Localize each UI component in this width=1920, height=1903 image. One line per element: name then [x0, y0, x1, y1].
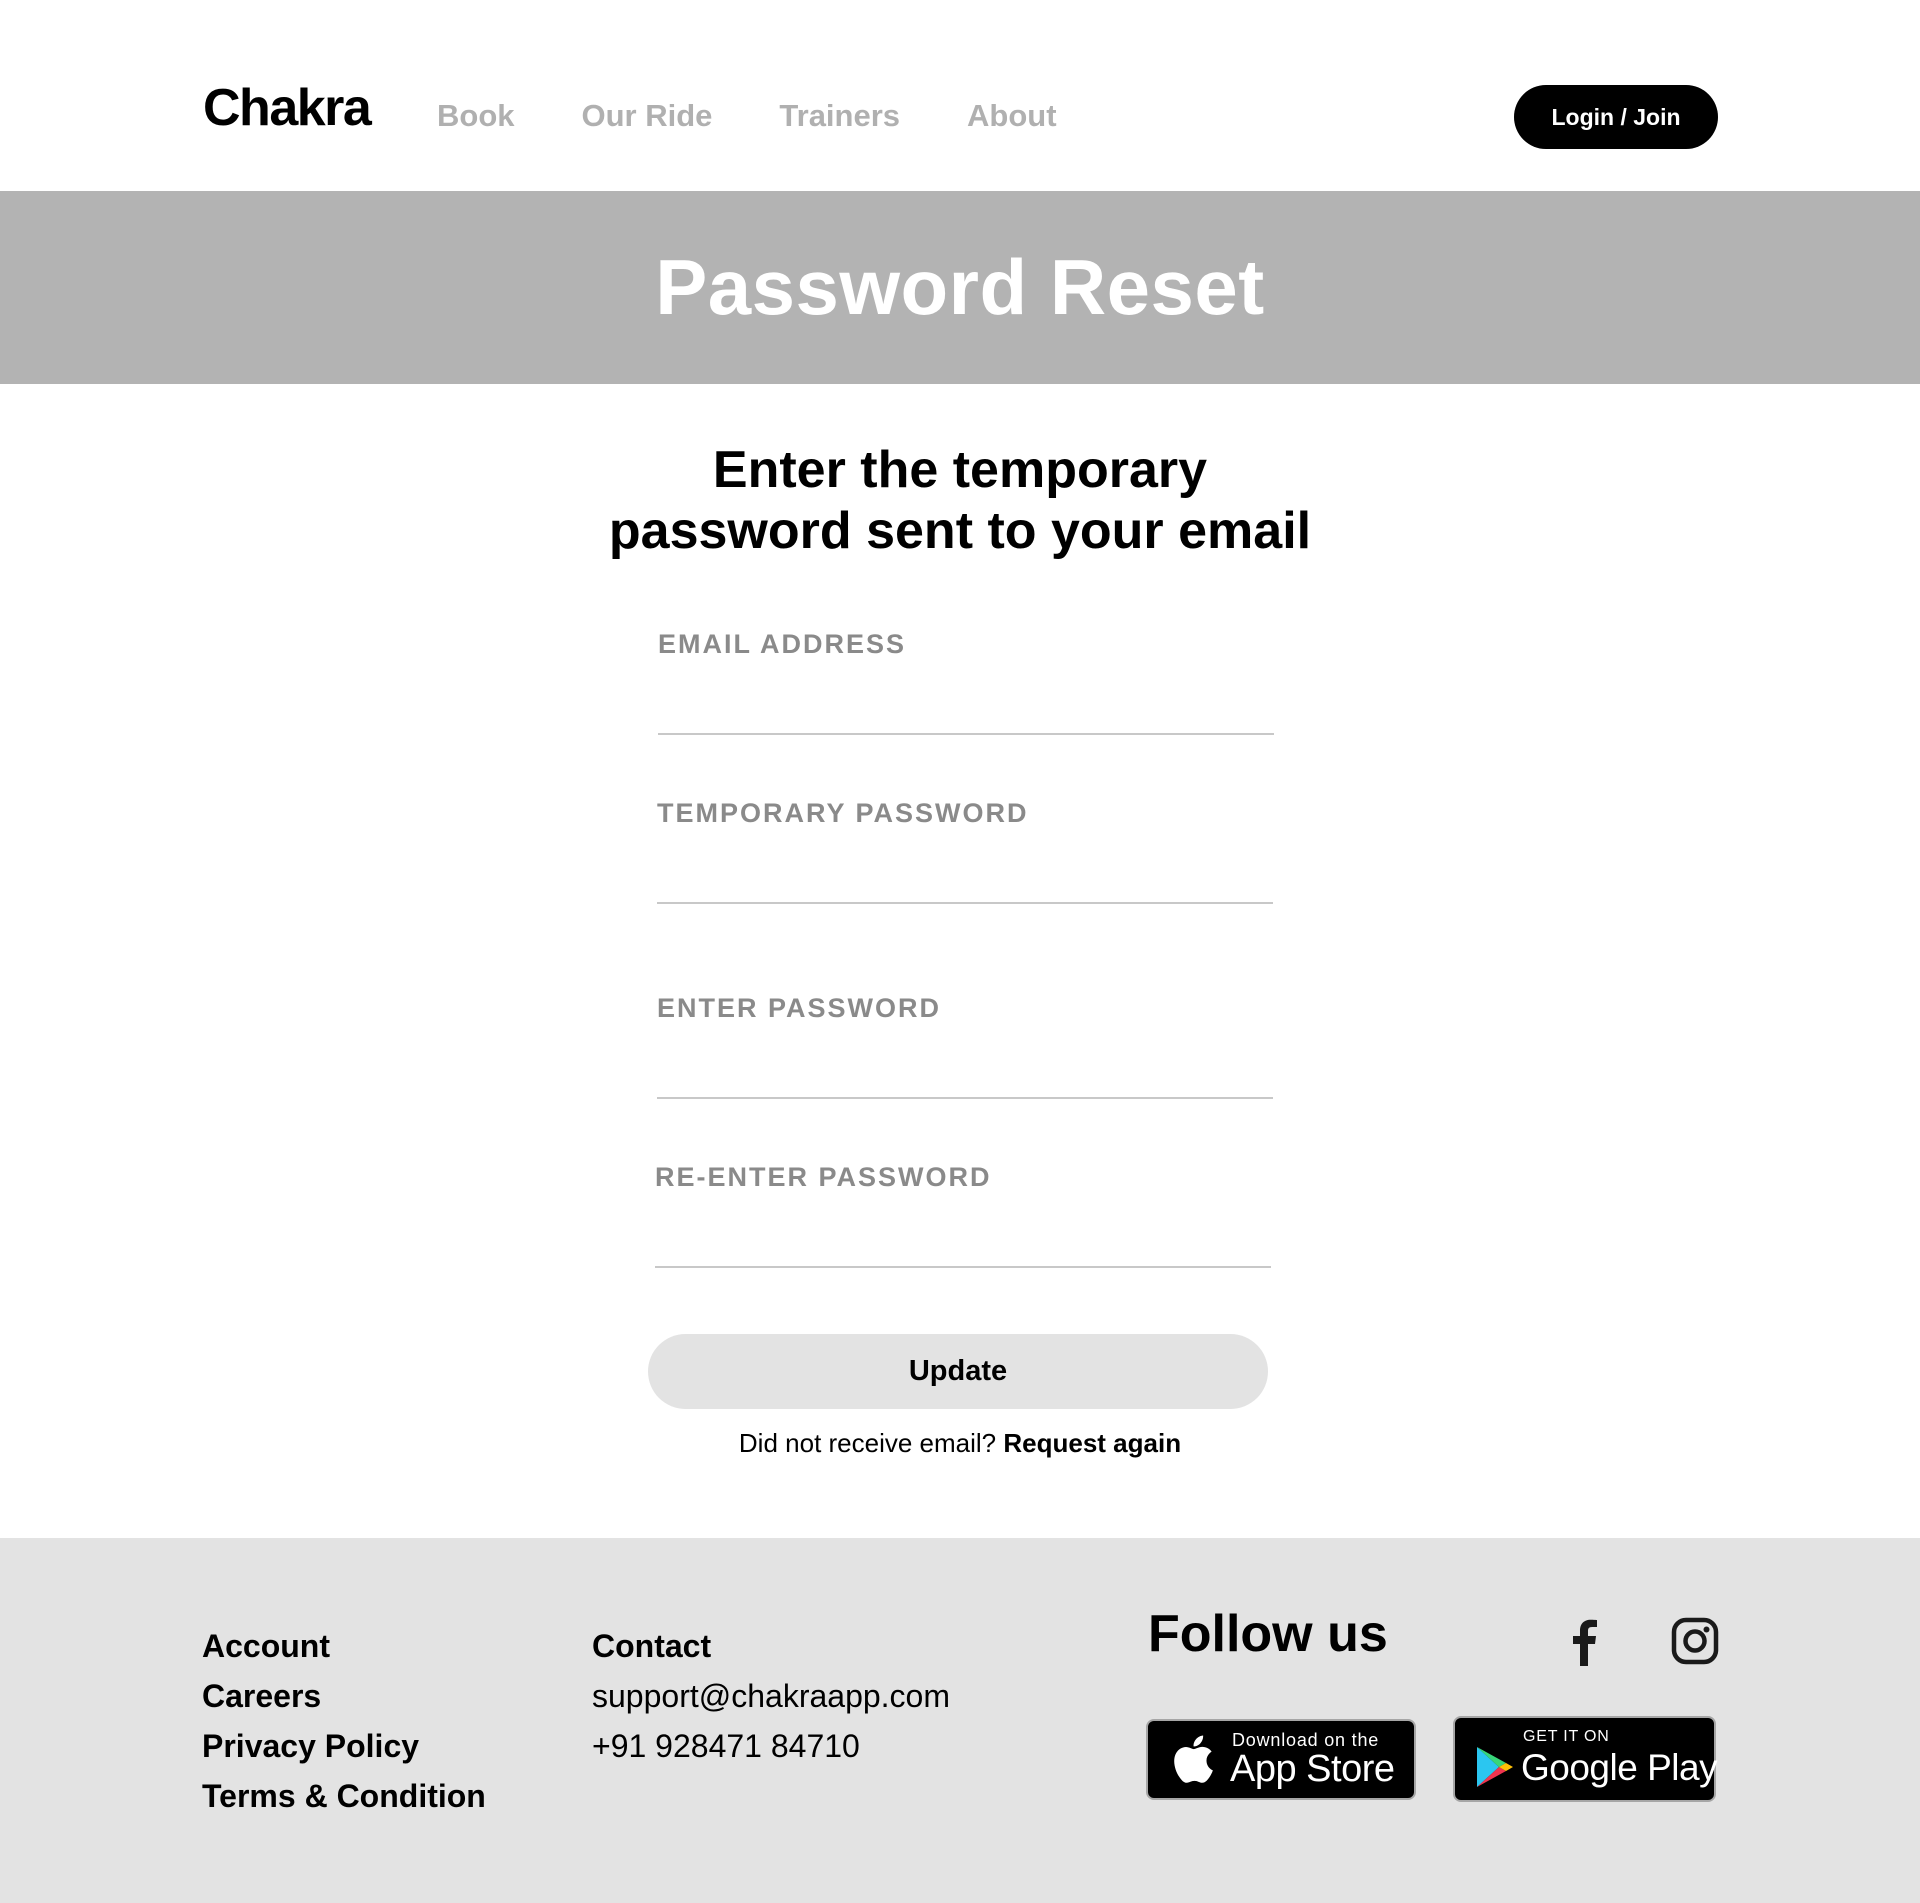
contact-email[interactable]: support@chakraapp.com — [592, 1671, 950, 1721]
reenter-password-input[interactable] — [655, 1210, 1271, 1268]
site-header: Chakra Book Our Ride Trainers About Logi… — [0, 0, 1920, 191]
enter-password-input[interactable] — [657, 1041, 1273, 1099]
temporary-password-field-group: TEMPORARY PASSWORD — [657, 798, 1273, 904]
nav-item-about[interactable]: About — [967, 98, 1057, 134]
google-play-badge[interactable]: GET IT ON Google Play — [1453, 1716, 1718, 1802]
update-button[interactable]: Update — [648, 1334, 1268, 1409]
facebook-icon[interactable] — [1558, 1615, 1610, 1667]
google-play-icon — [1477, 1747, 1513, 1787]
site-footer: Account Careers Privacy Policy Terms & C… — [0, 1538, 1920, 1903]
email-label: EMAIL ADDRESS — [658, 629, 907, 659]
contact-heading: Contact — [592, 1628, 712, 1664]
resend-text: Did not receive email? — [738, 1428, 997, 1458]
login-join-button[interactable]: Login / Join — [1514, 85, 1718, 149]
main-nav: Book Our Ride Trainers About — [437, 98, 1124, 134]
enter-password-field-group: ENTER PASSWORD — [657, 993, 1273, 1099]
reenter-password-field-group: RE-ENTER PASSWORD — [655, 1162, 1271, 1268]
subtitle-line-1: Enter the temporary — [712, 441, 1208, 499]
google-play-big-text: Google Play — [1521, 1747, 1718, 1788]
temporary-password-label: TEMPORARY PASSWORD — [657, 798, 1029, 828]
hero-banner: Password Reset — [0, 191, 1920, 384]
email-input[interactable] — [658, 677, 1274, 735]
enter-password-label: ENTER PASSWORD — [657, 993, 942, 1023]
instagram-icon[interactable] — [1669, 1615, 1721, 1667]
nav-item-book[interactable]: Book — [437, 98, 515, 134]
nav-item-our-ride[interactable]: Our Ride — [582, 98, 713, 134]
form-subtitle: Enter the temporary password sent to you… — [560, 440, 1360, 562]
logo[interactable]: Chakra — [203, 78, 372, 138]
footer-links: Account Careers Privacy Policy Terms & C… — [202, 1621, 486, 1821]
footer-link-terms[interactable]: Terms & Condition — [202, 1771, 486, 1821]
footer-link-privacy-policy[interactable]: Privacy Policy — [202, 1721, 486, 1771]
apple-icon — [1174, 1735, 1213, 1783]
page-title: Password Reset — [655, 243, 1265, 331]
temporary-password-input[interactable] — [657, 846, 1273, 904]
follow-us-heading: Follow us — [1148, 1605, 1388, 1663]
app-store-badge[interactable]: Download on the App Store — [1146, 1719, 1416, 1800]
contact-phone[interactable]: +91 928471 84710 — [592, 1721, 950, 1771]
email-field-group: EMAIL ADDRESS — [658, 629, 1274, 735]
reenter-password-label: RE-ENTER PASSWORD — [655, 1162, 992, 1192]
resend-row: Did not receive email? Request again — [560, 1428, 1360, 1459]
google-play-small-text: GET IT ON — [1523, 1728, 1610, 1745]
subtitle-line-2: password sent to your email — [608, 502, 1312, 560]
nav-item-trainers[interactable]: Trainers — [779, 98, 900, 134]
footer-link-careers[interactable]: Careers — [202, 1671, 486, 1721]
footer-link-account[interactable]: Account — [202, 1621, 486, 1671]
app-store-big-text: App Store — [1230, 1748, 1395, 1790]
request-again-link[interactable]: Request again — [1003, 1428, 1181, 1458]
footer-contact: Contact support@chakraapp.com +91 928471… — [592, 1621, 950, 1771]
